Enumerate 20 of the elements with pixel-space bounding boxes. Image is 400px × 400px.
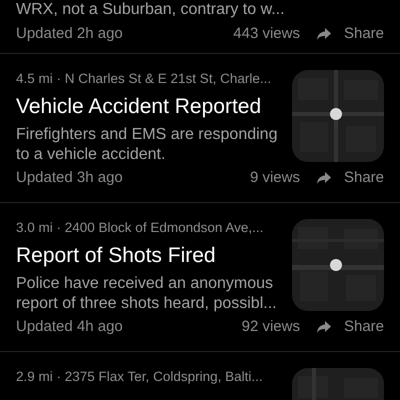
share-button[interactable]: Share bbox=[316, 168, 384, 188]
incident-title[interactable]: Report of Shots Fired bbox=[16, 243, 280, 269]
incident-description: Firefighters and EMS are responding to a vehicle accident. bbox=[16, 125, 278, 165]
share-icon bbox=[316, 27, 332, 41]
share-button[interactable]: Share bbox=[316, 317, 384, 337]
share-icon bbox=[316, 171, 332, 185]
updated-time: Updated 2h ago bbox=[16, 24, 123, 44]
share-icon bbox=[316, 320, 332, 334]
incident-location: 3.0 mi · 2400 Block of Edmondson Ave,... bbox=[16, 219, 264, 237]
view-count: 9 views bbox=[250, 168, 300, 188]
view-count: 443 views bbox=[233, 24, 300, 44]
incident-location: 2.9 mi · 2375 Flax Ter, Coldspring, Balti... bbox=[16, 368, 264, 386]
incident-description: Police have received an anonymous report of three shots heard, possibl... bbox=[16, 274, 278, 314]
updated-time: Updated 4h ago bbox=[16, 317, 123, 337]
view-count: 92 views bbox=[242, 317, 300, 337]
incident-description: WRX, not a Suburban, contrary to w... bbox=[16, 0, 286, 20]
incident-location: 4.5 mi · N Charles St & E 21st St, Charle... bbox=[16, 70, 272, 88]
share-button[interactable]: Share bbox=[316, 24, 384, 44]
incident-title[interactable]: Vehicle Accident Reported bbox=[16, 94, 280, 120]
updated-time: Updated 3h ago bbox=[16, 168, 123, 188]
